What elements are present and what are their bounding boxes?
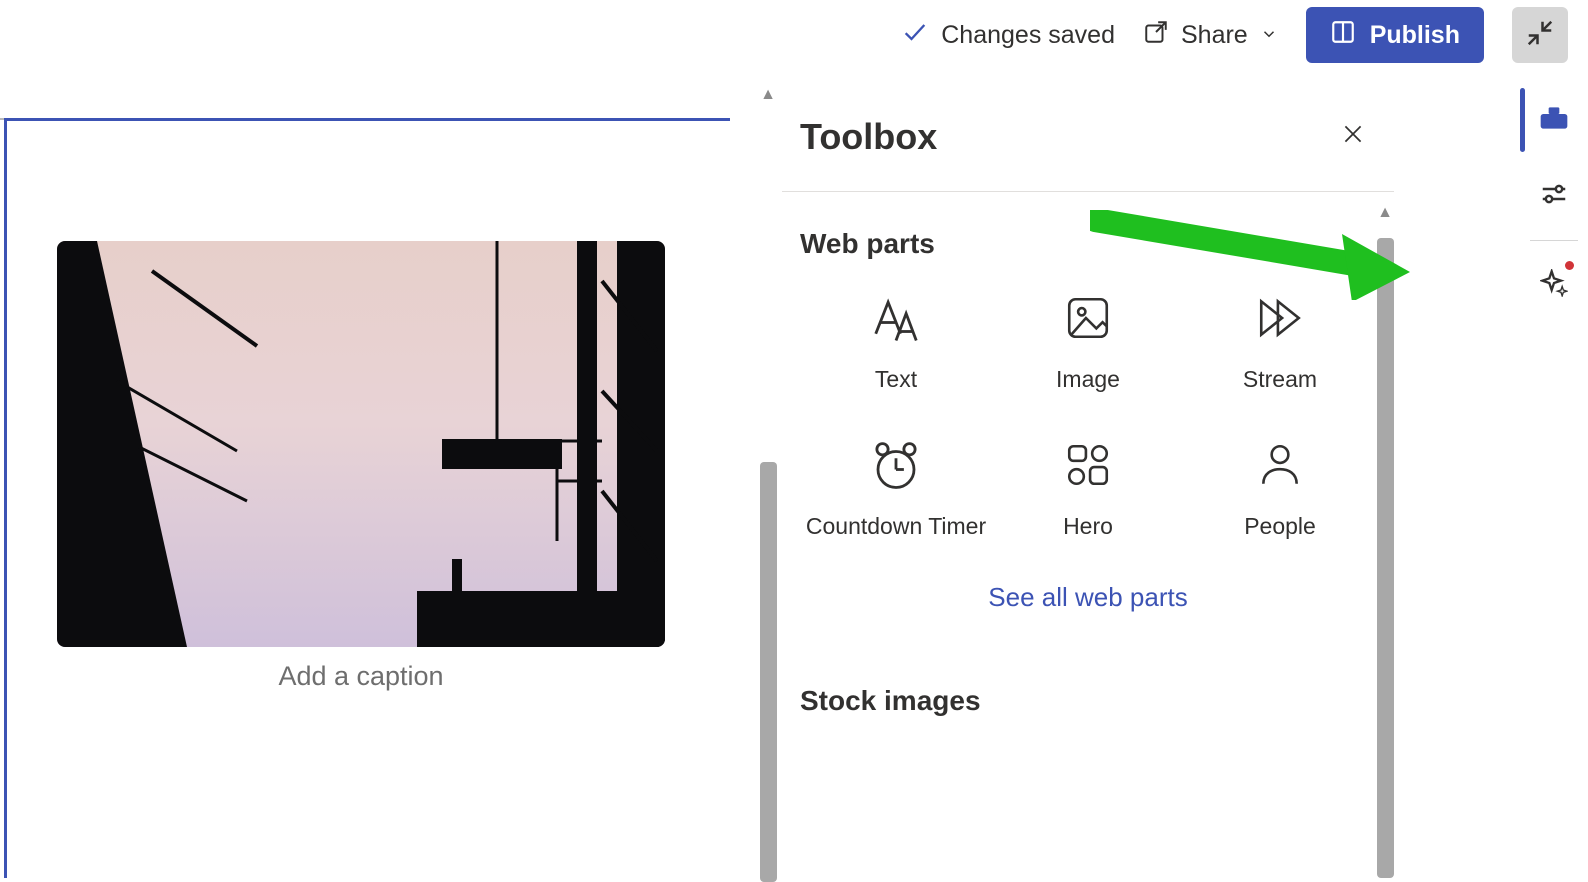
save-status-text: Changes saved [941, 21, 1115, 50]
rail-copilot-button[interactable] [1520, 247, 1588, 323]
clock-icon [866, 435, 926, 495]
text-icon [866, 288, 926, 348]
share-icon [1143, 19, 1169, 52]
rail-divider [1530, 240, 1578, 241]
webparts-heading: Web parts [800, 228, 1376, 260]
side-rail [1520, 82, 1588, 882]
sparkle-icon [1540, 269, 1568, 302]
toolbox-header: Toolbox [782, 82, 1394, 192]
canvas-scrollbar[interactable]: ▲ [755, 82, 781, 882]
share-button[interactable]: Share [1143, 19, 1278, 52]
save-status: Changes saved [901, 18, 1115, 53]
stock-images-heading: Stock images [800, 685, 1376, 717]
image-webpart-selected[interactable]: Add a caption [4, 118, 730, 878]
hero-icon [1058, 435, 1118, 495]
webpart-text[interactable]: Text [800, 288, 992, 393]
collapse-button[interactable] [1512, 7, 1568, 63]
toolbox-icon [1538, 102, 1570, 139]
stream-icon [1250, 288, 1310, 348]
notification-dot [1565, 261, 1574, 270]
webpart-countdown-timer[interactable]: Countdown Timer [800, 435, 992, 540]
caption-input[interactable]: Add a caption [57, 661, 665, 692]
toolbox-scrollbar[interactable]: ▲ [1372, 200, 1398, 880]
book-icon [1330, 19, 1356, 52]
webpart-stream[interactable]: Stream [1184, 288, 1376, 393]
image-icon [1058, 288, 1118, 348]
command-bar: Changes saved Share Publish [0, 0, 1588, 70]
toolbox-title: Toolbox [800, 116, 937, 158]
webpart-people[interactable]: People [1184, 435, 1376, 540]
webpart-hero[interactable]: Hero [992, 435, 1184, 540]
toolbox-panel: Toolbox Web parts Text [782, 82, 1394, 882]
rail-toolbox-button[interactable] [1520, 82, 1588, 158]
collapse-icon [1525, 18, 1555, 53]
scroll-up-icon[interactable]: ▲ [1372, 200, 1398, 226]
scrollbar-thumb[interactable] [760, 462, 777, 882]
tile-label: Text [875, 366, 917, 393]
close-panel-button[interactable] [1340, 121, 1366, 152]
see-all-webparts-link[interactable]: See all web parts [800, 582, 1376, 613]
people-icon [1250, 435, 1310, 495]
checkmark-icon [901, 18, 929, 53]
tile-label: People [1244, 513, 1316, 540]
tile-label: Image [1056, 366, 1120, 393]
publish-button[interactable]: Publish [1306, 7, 1484, 63]
chevron-down-icon [1260, 21, 1278, 50]
toolbox-body: Web parts Text [782, 192, 1394, 717]
image-thumbnail[interactable] [57, 241, 665, 647]
webpart-image[interactable]: Image [992, 288, 1184, 393]
publish-label: Publish [1370, 21, 1460, 50]
tile-label: Hero [1063, 513, 1113, 540]
rail-properties-button[interactable] [1520, 158, 1588, 234]
share-label: Share [1181, 21, 1248, 50]
scrollbar-thumb[interactable] [1377, 238, 1394, 878]
scroll-up-icon[interactable]: ▲ [755, 82, 781, 108]
tile-label: Countdown Timer [806, 513, 986, 540]
page-canvas: Add a caption [0, 82, 754, 882]
tile-label: Stream [1243, 366, 1317, 393]
webparts-grid: Text Image [800, 288, 1376, 540]
sliders-icon [1539, 179, 1569, 214]
